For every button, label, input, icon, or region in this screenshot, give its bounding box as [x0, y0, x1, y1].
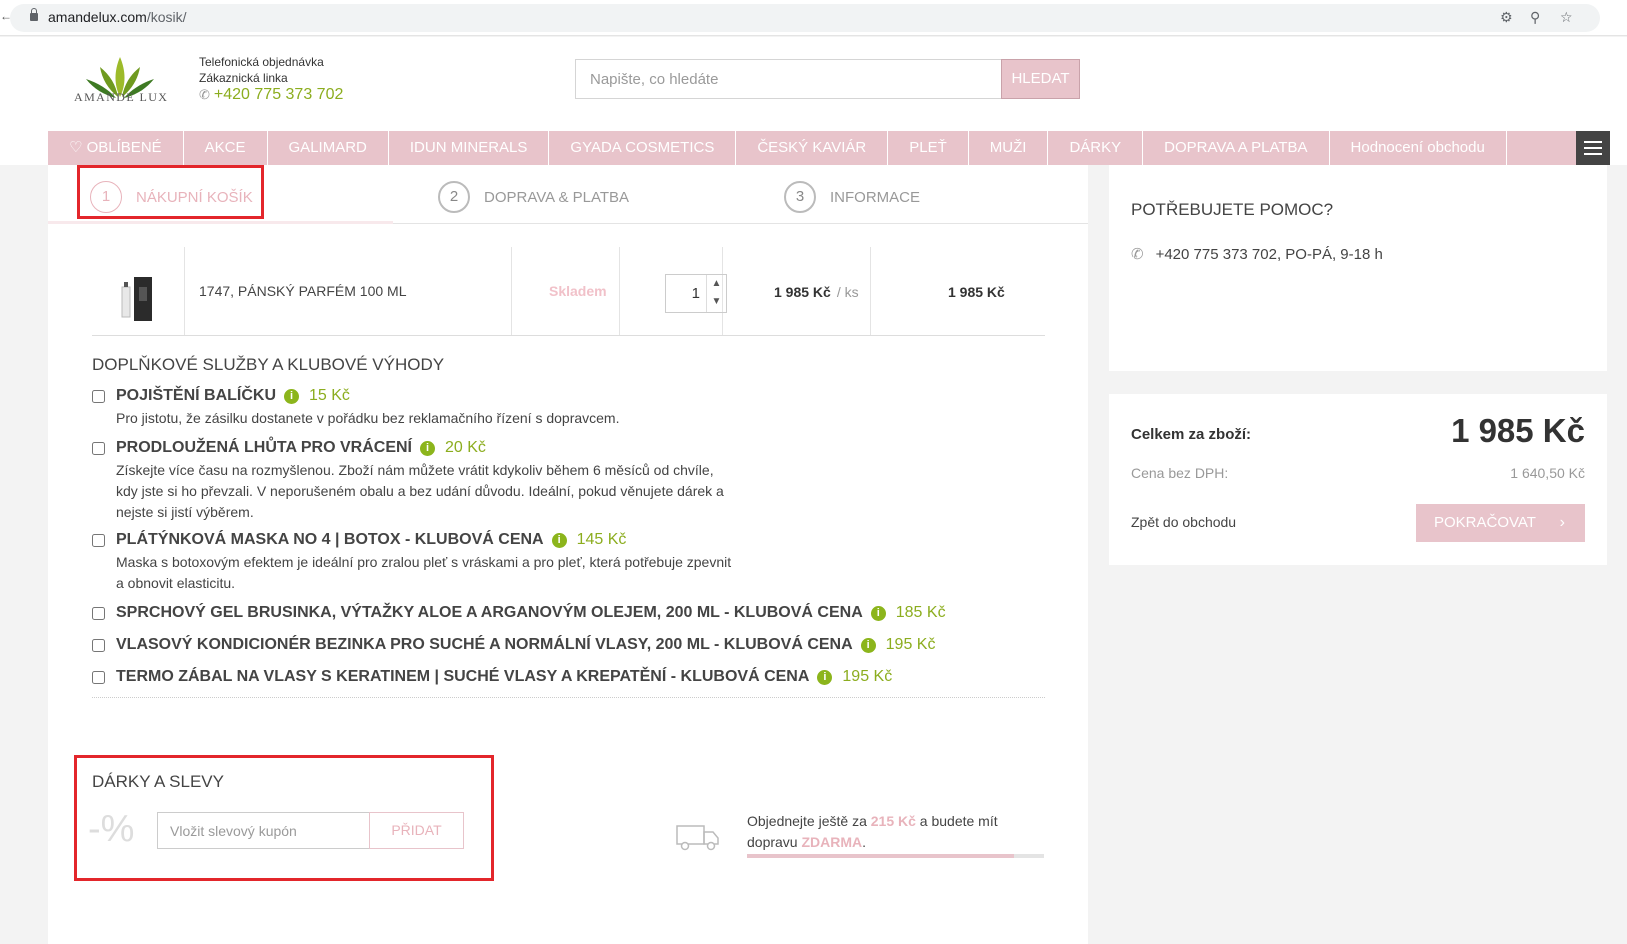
- help-panel: POTŘEBUJETE POMOC? ✆ +420 775 373 702, PO…: [1109, 165, 1607, 371]
- order-summary: Celkem za zboží: 1 985 Kč Cena bez DPH: …: [1109, 394, 1607, 565]
- service-checkbox[interactable]: [92, 639, 105, 652]
- service-description: Maska s botoxovým efektem je ideální pro…: [116, 554, 732, 591]
- site-header: AMANDE LUX Telefonická objednávka Zákazn…: [0, 37, 1627, 165]
- nav-item-doprava-platba[interactable]: DOPRAVA A PLATBA: [1143, 131, 1330, 165]
- url-text[interactable]: amandelux.com/kosik/: [48, 9, 187, 25]
- truck-icon: [676, 825, 719, 851]
- unit-price: 1 985 Kč / ks: [774, 284, 859, 300]
- service-checkbox[interactable]: [92, 442, 105, 455]
- back-to-shop-link[interactable]: Zpět do obchodu: [1131, 514, 1236, 530]
- nav-item-hodnoceni[interactable]: Hodnocení obchodu: [1330, 131, 1507, 165]
- info-icon[interactable]: i: [817, 670, 833, 685]
- contact-phone[interactable]: ✆ +420 775 373 702: [199, 87, 343, 103]
- service-name: SPRCHOVÝ GEL BRUSINKA, VÝTAŽKY ALOE A AR…: [116, 604, 946, 621]
- service-name: POJIŠTĚNÍ BALÍČKU i 15 Kč: [116, 387, 350, 404]
- continue-button[interactable]: POKRAČOVAT ›: [1416, 504, 1585, 542]
- bookmark-star-icon[interactable]: ☆: [1560, 9, 1573, 26]
- phone-icon: ✆: [199, 87, 210, 102]
- divider: [92, 697, 1045, 698]
- search-input[interactable]: Napište, co hledáte: [575, 59, 1003, 99]
- product-name[interactable]: 1747, PÁNSKÝ PARFÉM 100 ML: [199, 283, 407, 299]
- active-step-underline: [48, 221, 393, 224]
- nav-item-muzi[interactable]: MUŽI: [969, 131, 1049, 165]
- services-heading: DOPLŇKOVÉ SLUŽBY A KLUBOVÉ VÝHODY: [92, 355, 445, 374]
- quantity-stepper[interactable]: 1 ▲ ▼: [665, 274, 727, 313]
- service-checkbox[interactable]: [92, 534, 105, 547]
- info-icon[interactable]: i: [284, 389, 300, 404]
- increase-qty-icon[interactable]: ▲: [707, 275, 726, 293]
- gifts-heading: DÁRKY A SLEVY: [92, 772, 224, 791]
- logo-text: AMANDE LUX: [74, 90, 169, 104]
- step-information[interactable]: 3 INFORMACE: [784, 181, 920, 213]
- info-icon[interactable]: i: [870, 606, 886, 621]
- nav-item-cesky-kaviar[interactable]: ČESKÝ KAVIÁR: [736, 131, 889, 165]
- line-total: 1 985 Kč: [948, 284, 1005, 300]
- nav-item-darky[interactable]: DÁRKY: [1048, 131, 1144, 165]
- free-shipping-progress: [747, 854, 1044, 858]
- free-shipping-message: Objednejte ještě za 215 Kč a budete mít …: [747, 813, 998, 850]
- browser-toolbar: ← amandelux.com/kosik/ ⚙ ⚲ ☆: [0, 0, 1627, 36]
- info-icon[interactable]: i: [860, 638, 876, 653]
- service-checkbox[interactable]: [92, 390, 105, 403]
- chevron-right-icon: ›: [1559, 514, 1565, 531]
- service-checkbox[interactable]: [92, 607, 105, 620]
- quantity-spinner: ▲ ▼: [706, 275, 726, 312]
- service-name: PLÁTÝNKOVÁ MASKA NO 4 | BOTOX - KLUBOVÁ …: [116, 531, 627, 548]
- cart-item-row: 1747, PÁNSKÝ PARFÉM 100 ML Skladem 1 ▲ ▼…: [92, 247, 1045, 336]
- service-description: Pro jistotu, že zásilku dostanete v pořá…: [116, 410, 620, 426]
- service-name: VLASOVÝ KONDICIONÉR BEZINKA PRO SUCHÉ A …: [116, 636, 936, 653]
- step-shipping-payment[interactable]: 2 DOPRAVA & PLATBA: [438, 181, 629, 213]
- service-checkbox[interactable]: [92, 671, 105, 684]
- heart-icon: ♡: [69, 139, 87, 156]
- net-price-label: Cena bez DPH:: [1131, 465, 1229, 481]
- total-label: Celkem za zboží:: [1131, 426, 1252, 443]
- lock-icon: [30, 8, 38, 21]
- zoom-icon[interactable]: ⚲: [1530, 9, 1540, 26]
- highlight-box-cart-step: [77, 165, 264, 219]
- quantity-value[interactable]: 1: [692, 285, 700, 302]
- nav-item-gyada-cosmetics[interactable]: GYADA COSMETICS: [549, 131, 737, 165]
- nav-item-galimard[interactable]: GALIMARD: [268, 131, 389, 165]
- nav-item-favorites[interactable]: ♡ OBLÍBENÉ: [48, 131, 184, 165]
- percent-icon: -%: [88, 808, 135, 850]
- net-price-value: 1 640,50 Kč: [1510, 465, 1585, 481]
- add-coupon-button[interactable]: PŘIDAT: [369, 812, 464, 849]
- cart-panel: 1 NÁKUPNÍ KOŠÍK 2 DOPRAVA & PLATBA 3 INFORM…: [48, 165, 1088, 944]
- phone-icon: ✆: [1131, 246, 1144, 263]
- help-phone[interactable]: ✆ +420 775 373 702, PO-PÁ, 9-18 h: [1131, 245, 1383, 264]
- info-icon[interactable]: i: [420, 441, 435, 456]
- decrease-qty-icon[interactable]: ▼: [707, 293, 726, 311]
- nav-item-akce[interactable]: AKCE: [184, 131, 268, 165]
- total-value: 1 985 Kč: [1451, 412, 1585, 449]
- nav-item-idun-minerals[interactable]: IDUN MINERALS: [389, 131, 550, 165]
- site-settings-icon[interactable]: ⚙: [1500, 9, 1513, 26]
- help-heading: POTŘEBUJETE POMOC?: [1131, 200, 1334, 219]
- contact-line-support: Zákaznická linka: [199, 71, 288, 85]
- main-nav: ♡ OBLÍBENÉ AKCE GALIMARD IDUN MINERALS G…: [48, 131, 1610, 165]
- service-name: TERMO ZÁBAL NA VLASY S KERATINEM | SUCHÉ…: [116, 668, 893, 685]
- info-icon[interactable]: i: [551, 533, 567, 548]
- availability-status: Skladem: [549, 283, 607, 299]
- address-bar[interactable]: [10, 4, 1600, 32]
- service-description: Získejte více času na rozmyšlenou. Zboží…: [116, 462, 724, 520]
- nav-item-plet[interactable]: PLEŤ: [888, 131, 969, 165]
- contact-info: Telefonická objednávka Zákaznická linka …: [199, 54, 343, 103]
- coupon-input[interactable]: Vložit slevový kupón: [157, 812, 370, 849]
- contact-line-order: Telefonická objednávka: [199, 55, 324, 69]
- menu-icon[interactable]: [1576, 131, 1610, 165]
- product-thumbnail[interactable]: [114, 269, 162, 327]
- search-button[interactable]: HLEDAT: [1001, 59, 1080, 99]
- service-name: PRODLOUŽENÁ LHŮTA PRO VRÁCENÍ i 20 Kč: [116, 439, 486, 456]
